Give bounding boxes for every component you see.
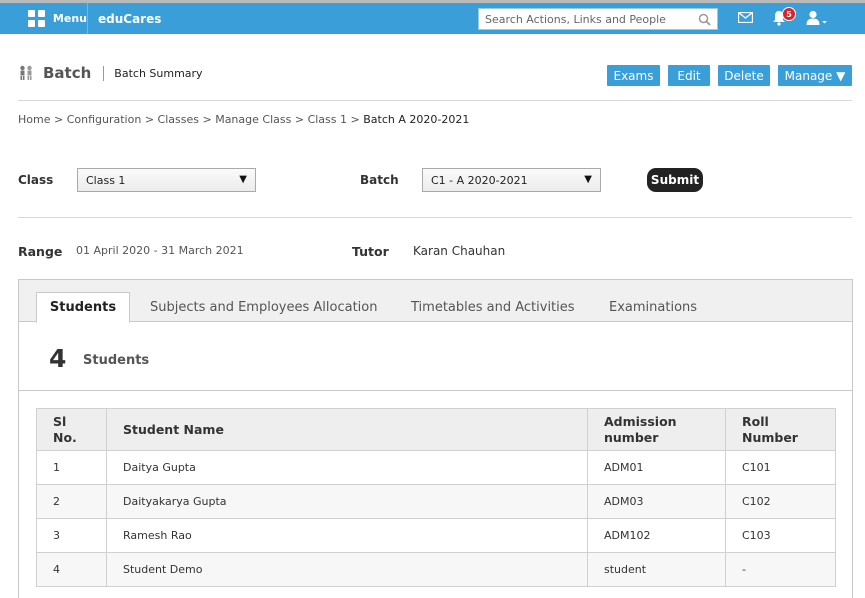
submit-button[interactable]: Submit [647, 168, 703, 192]
breadcrumb-separator: > [350, 113, 360, 126]
column-header-admission-number[interactable]: Admission number [587, 408, 726, 451]
search-input[interactable] [479, 12, 691, 26]
breadcrumb-configuration[interactable]: Configuration [67, 113, 142, 126]
student-count-label: Students [83, 353, 150, 368]
manage-dropdown-button[interactable]: Manage ▼ [778, 65, 852, 86]
breadcrumb-class-1[interactable]: Class 1 [308, 113, 347, 126]
breadcrumb-separator: > [144, 113, 155, 126]
cell-sl-no: 3 [36, 518, 107, 553]
tab-timetables-activities[interactable]: Timetables and Activities [411, 292, 575, 322]
column-header-roll-number[interactable]: Roll Number [725, 408, 836, 451]
batch-select[interactable]: C1 - A 2020-2021 ▼ [422, 168, 601, 192]
tab-examinations[interactable]: Examinations [609, 292, 697, 322]
cell-roll-number: C101 [725, 450, 836, 485]
tab-students[interactable]: Students [36, 292, 130, 323]
tab-bar: Students Subjects and Employees Allocati… [19, 280, 852, 323]
mail-icon[interactable] [738, 12, 753, 23]
class-select[interactable]: Class 1 ▼ [77, 168, 256, 192]
cell-admission-number: ADM01 [587, 450, 726, 485]
cell-admission-number: student [587, 552, 726, 587]
cell-student-name[interactable]: Daitya Gupta [106, 450, 588, 485]
edit-button[interactable]: Edit [668, 65, 710, 86]
cell-roll-number: C102 [725, 484, 836, 519]
search-box[interactable] [478, 8, 718, 30]
page-header: Batch Batch Summary [18, 64, 203, 82]
dropdown-arrow-icon: ▼ [239, 174, 247, 185]
column-header-sl-no[interactable]: Sl No. [36, 408, 107, 451]
table-row[interactable]: 2 Daityakarya Gupta ADM03 C102 [36, 484, 836, 519]
table-row[interactable]: 3 Ramesh Rao ADM102 C103 [36, 518, 836, 553]
delete-button[interactable]: Delete [718, 65, 770, 86]
tutor-label: Tutor [352, 244, 389, 259]
column-header-student-name[interactable]: Student Name [106, 408, 588, 451]
tutor-value: Karan Chauhan [413, 244, 506, 258]
breadcrumb-classes[interactable]: Classes [158, 113, 199, 126]
batch-icon [20, 65, 32, 80]
top-bar: Menu eduCares 5 [0, 0, 865, 34]
dropdown-arrow-icon: ▼ [584, 174, 592, 185]
breadcrumb-separator: > [53, 113, 64, 126]
breadcrumb-home[interactable]: Home [18, 113, 50, 126]
batch-select-value: C1 - A 2020-2021 [431, 173, 528, 187]
exams-button[interactable]: Exams [607, 65, 660, 86]
page-subtitle: Batch Summary [114, 66, 203, 80]
filters-divider [18, 217, 852, 218]
menu-button[interactable]: Menu [18, 3, 88, 34]
header-divider [18, 100, 852, 101]
class-label: Class [18, 173, 54, 187]
cell-admission-number: ADM03 [587, 484, 726, 519]
class-select-value: Class 1 [86, 173, 126, 187]
table-row[interactable]: 1 Daitya Gupta ADM01 C101 [36, 450, 836, 485]
cell-sl-no: 2 [36, 484, 107, 519]
cell-student-name[interactable]: Student Demo [106, 552, 588, 587]
table-row[interactable]: 4 Student Demo student - [36, 552, 836, 587]
breadcrumb-manage-class[interactable]: Manage Class [215, 113, 291, 126]
cell-student-name[interactable]: Daityakarya Gupta [106, 484, 588, 519]
menu-label: Menu [52, 12, 87, 25]
cell-sl-no: 1 [36, 450, 107, 485]
title-separator [103, 65, 105, 81]
student-count: 4 [49, 344, 67, 373]
breadcrumb: Home > Configuration > Classes > Manage … [18, 113, 469, 126]
table-header-row: Sl No. Student Name Admission number Rol… [36, 408, 836, 451]
breadcrumb-separator: > [294, 113, 305, 126]
user-icon[interactable] [806, 10, 828, 26]
breadcrumb-separator: > [202, 113, 212, 126]
grid-icon [28, 10, 45, 27]
students-table: Sl No. Student Name Admission number Rol… [36, 408, 836, 587]
cell-admission-number: ADM102 [587, 518, 726, 553]
tab-subjects-employees[interactable]: Subjects and Employees Allocation [150, 292, 377, 322]
panel-divider [19, 390, 852, 391]
brand-name[interactable]: eduCares [98, 12, 161, 26]
page-title: Batch [43, 64, 92, 82]
cell-student-name[interactable]: Ramesh Rao [106, 518, 588, 553]
search-icon[interactable] [698, 13, 711, 26]
range-value: 01 April 2020 - 31 March 2021 [76, 244, 244, 257]
cell-roll-number: - [725, 552, 836, 587]
cell-roll-number: C103 [725, 518, 836, 553]
notification-badge: 5 [782, 7, 796, 21]
batch-tabs-panel: Students Subjects and Employees Allocati… [18, 279, 853, 598]
cell-sl-no: 4 [36, 552, 107, 587]
batch-label: Batch [360, 173, 399, 187]
range-label: Range [18, 244, 63, 259]
breadcrumb-current: Batch A 2020-2021 [363, 113, 470, 126]
